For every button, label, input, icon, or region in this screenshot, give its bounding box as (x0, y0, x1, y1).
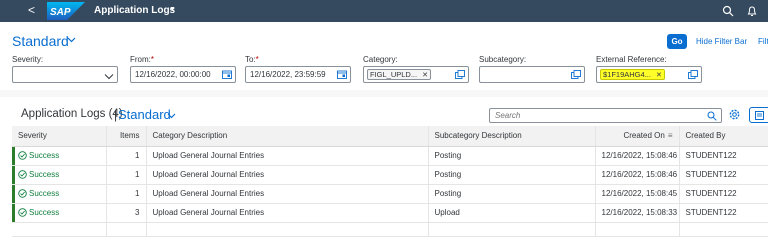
to-label: To:* (245, 55, 259, 64)
subcategory-cell: Posting (428, 165, 596, 185)
severity-cell: Success (12, 146, 107, 166)
token-remove-icon[interactable]: ✕ (422, 72, 428, 79)
gear-icon[interactable] (728, 108, 741, 121)
created-by-cell: STUDENT122 (679, 165, 768, 185)
subcategory-cell: Posting (428, 146, 596, 166)
export-button[interactable] (749, 107, 768, 123)
chevron-down-icon[interactable] (104, 72, 114, 81)
go-button[interactable]: Go (667, 34, 687, 49)
export-icon (755, 111, 764, 120)
column-header-severity[interactable]: Severity (12, 126, 107, 147)
back-button[interactable]: < (28, 3, 35, 17)
table-variant-selector[interactable]: Standard (118, 107, 171, 122)
hide-filter-bar-button[interactable]: Hide Filter Bar (696, 37, 747, 46)
table-row[interactable]: Success 1 Upload General Journal Entries… (12, 184, 768, 204)
external-reference-token[interactable]: $1F19AHG4... ✕ (600, 69, 665, 80)
column-header-created-by[interactable]: Created By (679, 126, 768, 147)
search-icon[interactable] (707, 111, 717, 121)
column-header-created-on[interactable]: Created On ≡ (595, 126, 680, 147)
application-logs-table: Severity Items Category Description Subc… (12, 126, 768, 237)
chevron-down-icon[interactable] (167, 113, 176, 119)
success-check-icon (18, 208, 27, 217)
calendar-icon[interactable] (222, 70, 232, 79)
from-value: 12/16/2022, 00:00:00 (135, 70, 211, 79)
app-title-chevron-icon[interactable]: ▼ (169, 6, 176, 13)
category-label: Category: (363, 55, 398, 64)
created-on-cell: 12/16/2022, 15:08:33 (595, 203, 680, 223)
created-on-cell: 12/16/2022, 15:08:45 (595, 184, 680, 204)
from-datetime-field[interactable]: 12/16/2022, 00:00:00 (130, 66, 236, 83)
search-icon[interactable] (722, 5, 734, 17)
subcategory-field[interactable] (479, 66, 585, 83)
subcategory-cell: Upload (428, 203, 596, 223)
success-check-icon (18, 170, 27, 179)
table-header-row: Severity Items Category Description Subc… (12, 126, 768, 147)
search-input[interactable] (495, 110, 695, 121)
category-token[interactable]: FIGL_UPLD... ✕ (367, 69, 431, 80)
title-separator: | (114, 108, 118, 122)
items-cell: 1 (106, 146, 147, 166)
category-cell: Upload General Journal Entries (146, 184, 429, 204)
table-panel: Application Logs (4) | Standard Severity… (0, 97, 768, 241)
external-reference-field[interactable]: $1F19AHG4... ✕ (596, 66, 702, 83)
table-search-field[interactable] (489, 108, 722, 123)
category-cell: Upload General Journal Entries (146, 203, 429, 223)
value-help-icon[interactable] (571, 70, 581, 79)
success-check-icon (18, 151, 27, 160)
calendar-icon[interactable] (337, 70, 347, 79)
to-value: 12/16/2022, 23:59:59 (250, 70, 326, 79)
bell-icon[interactable] (746, 5, 758, 17)
items-cell: 1 (106, 165, 147, 185)
column-header-items[interactable]: Items (106, 126, 147, 147)
filter-bar: Standard Go Hide Filter Bar Filt Severit… (0, 22, 768, 90)
chevron-down-icon[interactable] (67, 37, 76, 43)
sort-descending-icon: ≡ (667, 131, 673, 141)
category-cell: Upload General Journal Entries (146, 165, 429, 185)
severity-cell: Success (12, 165, 107, 185)
shell-bar: < SAP Application Logs ▼ (0, 0, 768, 22)
created-by-cell: STUDENT122 (679, 203, 768, 223)
severity-cell: Success (12, 184, 107, 204)
empty-row (12, 222, 768, 237)
table-row[interactable]: Success 1 Upload General Journal Entries… (12, 165, 768, 185)
table-title: Application Logs (4) (21, 108, 123, 120)
created-by-cell: STUDENT122 (679, 184, 768, 204)
app-title[interactable]: Application Logs (94, 5, 175, 16)
table-row[interactable]: Success 1 Upload General Journal Entries… (12, 146, 768, 166)
value-help-icon[interactable] (688, 70, 698, 79)
token-remove-icon[interactable]: ✕ (656, 72, 662, 79)
created-on-cell: 12/16/2022, 15:08:46 (595, 165, 680, 185)
svg-text:SAP: SAP (50, 7, 71, 18)
column-header-subcategory-description[interactable]: Subcategory Description (428, 126, 596, 147)
filters-button[interactable]: Filt (758, 37, 768, 46)
category-cell: Upload General Journal Entries (146, 146, 429, 166)
severity-cell: Success (12, 203, 107, 223)
value-help-icon[interactable] (455, 70, 465, 79)
items-cell: 3 (106, 203, 147, 223)
created-on-cell: 12/16/2022, 15:08:46 (595, 146, 680, 166)
filter-variant-selector[interactable]: Standard (12, 33, 69, 49)
sap-logo: SAP (47, 2, 85, 20)
table-row[interactable]: Success 3 Upload General Journal Entries… (12, 203, 768, 223)
to-datetime-field[interactable]: 12/16/2022, 23:59:59 (245, 66, 351, 83)
category-field[interactable]: FIGL_UPLD... ✕ (363, 66, 469, 83)
external-reference-label: External Reference: (596, 55, 667, 64)
subcategory-label: Subcategory: (479, 55, 527, 64)
severity-label: Severity: (12, 55, 44, 64)
items-cell: 1 (106, 184, 147, 204)
success-check-icon (18, 189, 27, 198)
subcategory-cell: Posting (428, 184, 596, 204)
created-by-cell: STUDENT122 (679, 146, 768, 166)
severity-select[interactable] (12, 66, 118, 83)
from-label: From:* (130, 55, 155, 64)
column-header-category-description[interactable]: Category Description (146, 126, 429, 147)
